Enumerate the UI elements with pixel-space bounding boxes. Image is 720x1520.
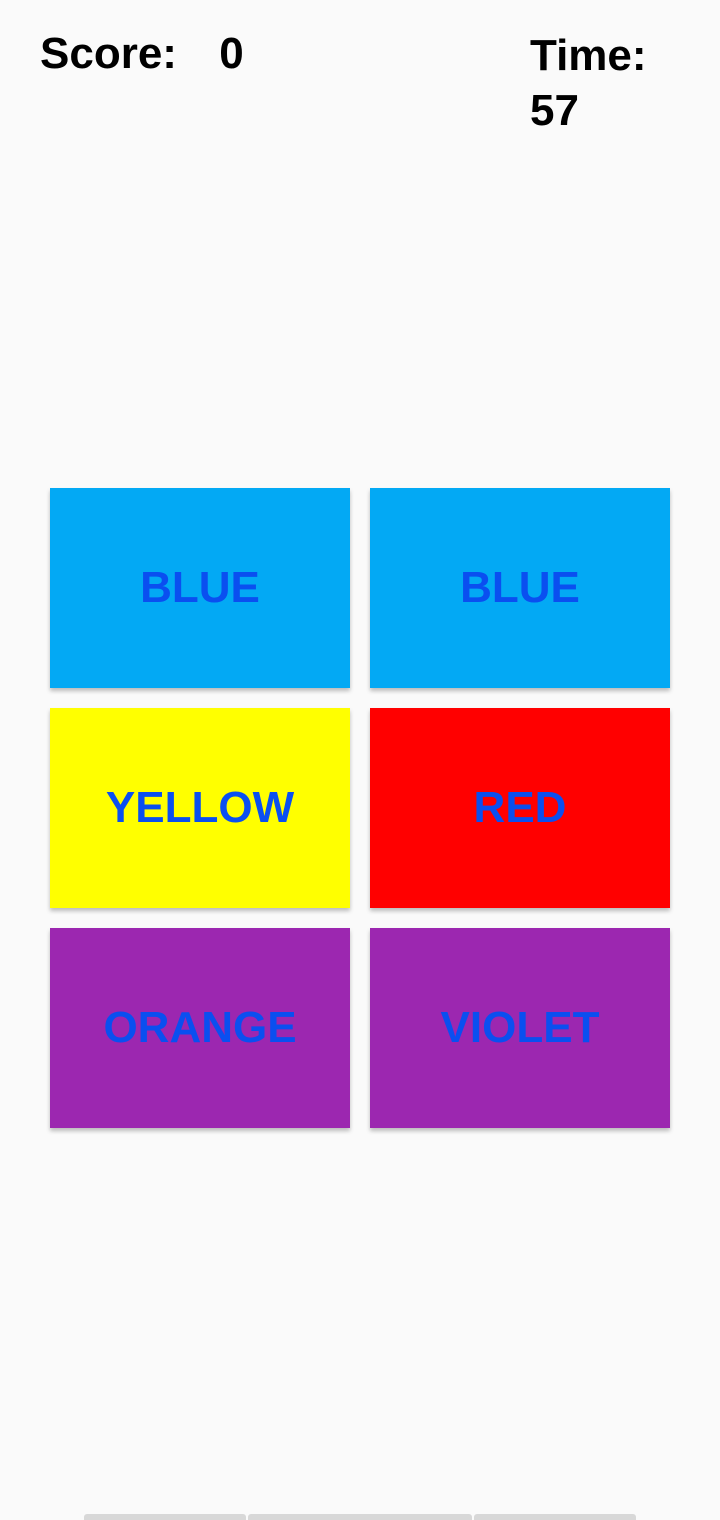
- score-value: 0: [219, 29, 244, 78]
- color-tile[interactable]: YELLOW: [50, 708, 350, 908]
- tile-word: ORANGE: [103, 1003, 297, 1052]
- tile-word: RED: [473, 783, 567, 832]
- color-tile[interactable]: VIOLET: [370, 928, 670, 1128]
- score-display: Score: 0: [40, 28, 244, 80]
- game-screen: Score: 0 Time: 57 BLUE BLUE YELLOW RED O…: [0, 0, 720, 1520]
- tile-word: YELLOW: [105, 783, 295, 832]
- nav-bar-segment[interactable]: [474, 1514, 636, 1520]
- time-label: Time:: [530, 31, 647, 80]
- tile-word: VIOLET: [440, 1003, 600, 1052]
- color-tile-grid: BLUE BLUE YELLOW RED ORANGE VIOLET: [50, 488, 670, 1128]
- color-tile[interactable]: BLUE: [370, 488, 670, 688]
- time-value: 57: [530, 86, 579, 135]
- color-tile[interactable]: RED: [370, 708, 670, 908]
- score-label: Score:: [40, 29, 177, 78]
- tile-word: BLUE: [460, 563, 580, 612]
- color-tile[interactable]: ORANGE: [50, 928, 350, 1128]
- color-tile[interactable]: BLUE: [50, 488, 350, 688]
- nav-bar-segment[interactable]: [248, 1514, 472, 1520]
- nav-bar-segment[interactable]: [84, 1514, 246, 1520]
- tile-word: BLUE: [140, 563, 260, 612]
- time-display: Time: 57: [530, 28, 690, 138]
